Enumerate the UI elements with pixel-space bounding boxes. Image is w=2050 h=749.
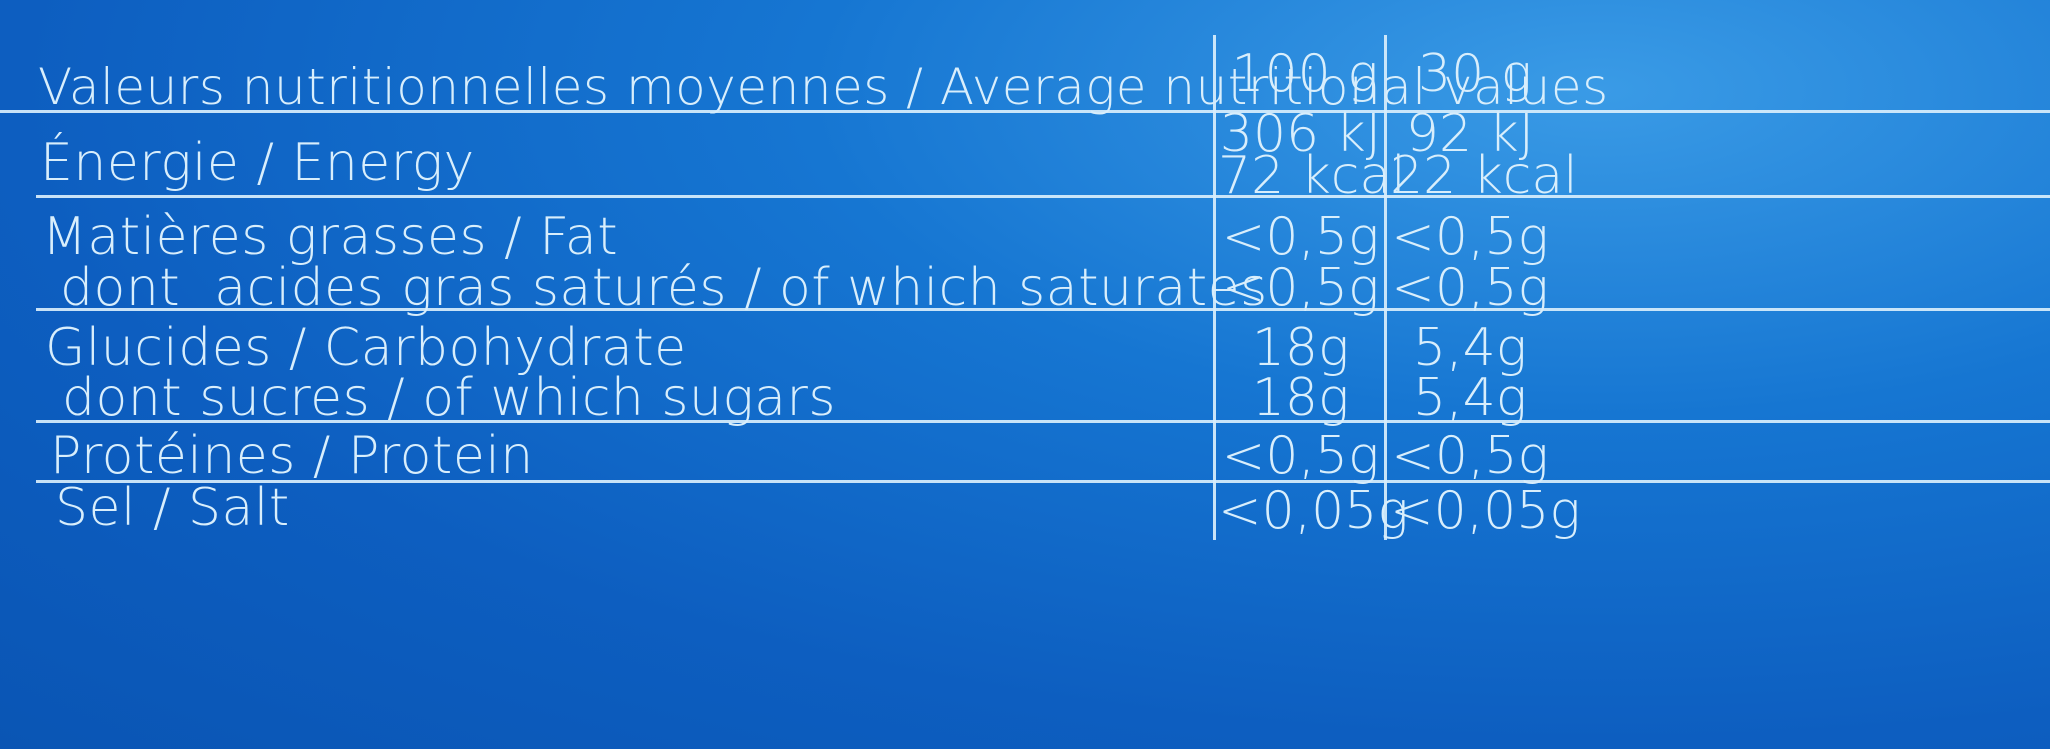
sugars-30g: 5,4g [1413, 368, 1527, 428]
header-divider [0, 110, 2050, 113]
energy-divider [36, 195, 2050, 198]
row-label-carbohydrate: Glucides / Carbohydrate [45, 318, 687, 378]
row-label-protein: Protéines / Protein [50, 426, 534, 486]
column-divider-2 [1384, 35, 1387, 540]
nutrition-label: Valeurs nutritionnelles moyennes / Avera… [0, 0, 2050, 749]
carbohydrate-100g: 18g [1251, 318, 1350, 378]
saturates-30g: <0,5g [1391, 258, 1549, 318]
row-label-saturates: dont acides gras saturés / of which satu… [60, 258, 1268, 318]
energy-100g-kcal: 72 kcal [1218, 146, 1406, 206]
protein-30g: <0,5g [1391, 426, 1549, 486]
energy-30g-kcal: 22 kcal [1390, 146, 1578, 206]
row-label-sugars: dont sucres / of which sugars [62, 368, 836, 428]
column-header-30g: 30 g [1418, 44, 1532, 104]
saturates-100g: <0,5g [1221, 258, 1380, 318]
protein-100g: <0,5g [1221, 426, 1380, 486]
carbohydrate-30g: 5,4g [1413, 318, 1527, 378]
fat-100g: <0,5g [1221, 207, 1380, 267]
row-label-energy: Énergie / Energy [40, 133, 475, 193]
fat-30g: <0,5g [1391, 207, 1549, 267]
salt-100g: <0,05g [1218, 481, 1409, 541]
sugars-100g: 18g [1251, 368, 1350, 428]
row-label-fat: Matières grasses / Fat [42, 207, 619, 267]
column-header-100g: 100 g [1231, 44, 1379, 104]
salt-30g: <0,05g [1390, 481, 1581, 541]
row-label-salt: Sel / Salt [55, 478, 290, 538]
